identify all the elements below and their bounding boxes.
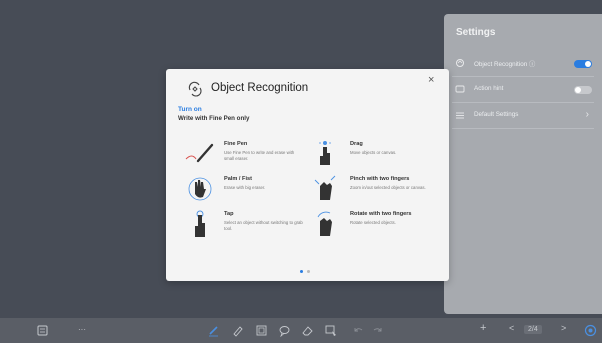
page-indicator[interactable]: 2/4 [524,325,542,334]
action-hint-icon [455,85,465,93]
gesture-tap: Tap Select an object without switching t… [184,209,314,243]
gesture-description: Erase with big eraser. [224,185,266,190]
settings-panel: Settings Object Recognition ⓘ Action hin… [444,14,602,314]
palm-icon [188,177,212,201]
settings-gear-icon[interactable] [584,324,597,337]
object-recognition-icon [456,59,464,67]
image-icon[interactable] [255,324,268,337]
close-icon[interactable]: × [428,74,434,86]
toggle-knob [575,87,581,93]
tap-icon [195,210,205,237]
dialog-title: Object Recognition [211,82,309,94]
object-recognition-dialog: Object Recognition × Turn on Write with … [166,69,449,281]
object-recognition-toggle[interactable] [574,60,592,68]
fine-pen-icon[interactable] [231,324,244,337]
settings-title: Settings [456,27,496,38]
bottom-toolbar: ··· + < 2/4 > [0,318,602,343]
shape-icon[interactable] [278,324,291,337]
redo-icon[interactable] [371,324,384,337]
settings-item-label: Action hint [474,85,504,92]
rotate-icon [317,211,332,236]
eraser-icon[interactable] [301,324,314,337]
prev-page-button[interactable]: < [509,323,514,333]
next-page-button[interactable]: > [561,323,566,333]
page-indicator-dots [298,270,318,274]
gesture-title: Palm / Fist [224,176,252,182]
gesture-title: Tap [224,211,234,217]
default-settings-icon [456,112,464,119]
settings-item-action-hint[interactable]: Action hint [444,77,602,103]
gesture-title: Drag [350,141,363,147]
turn-on-link[interactable]: Turn on [178,106,202,113]
object-recognition-icon [188,81,202,97]
settings-item-label: Object Recognition ⓘ [474,61,536,68]
page-dot[interactable] [307,270,310,273]
gesture-description: Move objects or canvas. [350,150,397,155]
gesture-description: Use Fine Pen to write and erase with sma… [224,150,295,161]
page-dot-active[interactable] [300,270,303,273]
settings-item-label: Default Settings [474,111,519,118]
gesture-palm: Palm / Fist Erase with big eraser. [184,174,314,208]
fine-pen-icon [185,143,214,163]
pen-icon[interactable] [207,324,220,337]
gesture-rotate: Rotate with two fingers Rotate selected … [310,209,440,243]
gesture-description: Rotate selected objects. [350,220,396,225]
menu-icon[interactable] [36,324,49,337]
settings-item-default-settings[interactable]: Default Settings › [444,103,602,129]
chevron-right-icon: › [585,109,589,120]
gesture-pinch: Pinch with two fingers Zoom in/out selec… [310,174,440,208]
more-button[interactable]: ··· [78,325,86,334]
gesture-title: Rotate with two fingers [350,211,412,217]
add-page-button[interactable]: + [480,322,486,334]
undo-icon[interactable] [352,324,365,337]
drag-hand-icon [319,141,331,165]
gesture-fine-pen: Fine Pen Use Fine Pen to write and erase… [184,139,314,173]
dialog-subtitle: Write with Fine Pen only [178,115,250,122]
select-icon[interactable] [324,324,337,337]
settings-item-object-recognition[interactable]: Object Recognition ⓘ [444,51,602,77]
action-hint-toggle[interactable] [574,86,592,94]
gesture-description: Select an object without switching to gr… [224,220,303,231]
pinch-icon [314,175,336,200]
toggle-knob [585,61,591,67]
gesture-title: Fine Pen [224,141,248,147]
divider [452,128,594,129]
gesture-drag: Drag Move objects or canvas. [310,139,440,173]
gesture-description: Zoom in/out selected objects or canvas. [350,185,426,190]
gesture-title: Pinch with two fingers [350,176,410,182]
